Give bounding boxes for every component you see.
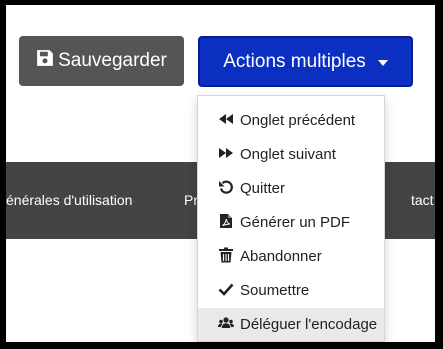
- menu-item-delegate-encoding[interactable]: Déléguer l'encodage: [198, 308, 384, 341]
- bulk-actions-label: Actions multiples: [223, 50, 366, 72]
- menu-item-previous-tab[interactable]: Onglet précédent: [198, 104, 384, 137]
- footer-link-contact[interactable]: tact: [411, 192, 434, 208]
- menu-item-label: Déléguer l'encodage: [240, 316, 378, 333]
- menu-item-next-tab[interactable]: Onglet suivant: [198, 138, 384, 171]
- menu-item-quit[interactable]: Quitter: [198, 172, 384, 205]
- menu-item-label: Onglet précédent: [240, 112, 356, 129]
- menu-item-label: Onglet suivant: [240, 146, 336, 163]
- menu-item-label: Générer un PDF: [240, 214, 351, 231]
- menu-item-generate-pdf[interactable]: Générer un PDF: [198, 206, 384, 239]
- check-icon: [218, 281, 234, 301]
- actions-dropdown-menu: Onglet précédent Onglet suivant Quitter: [197, 95, 385, 342]
- forward-icon: [218, 145, 234, 165]
- menu-item-label: Quitter: [240, 180, 286, 197]
- menu-item-submit[interactable]: Soumettre: [198, 274, 384, 307]
- menu-item-abandon[interactable]: Abandonner: [198, 240, 384, 273]
- footer-link-terms[interactable]: énérales d'utilisation: [6, 192, 132, 208]
- menu-item-label: Soumettre: [240, 282, 310, 299]
- backward-icon: [218, 111, 234, 131]
- caret-down-icon: [377, 60, 388, 66]
- users-icon: [218, 315, 234, 335]
- trash-icon: [218, 247, 234, 267]
- pdf-file-icon: [218, 213, 234, 233]
- footer-link-privacy[interactable]: Pr: [184, 192, 198, 208]
- bulk-actions-button[interactable]: Actions multiples: [198, 36, 413, 87]
- undo-icon: [218, 179, 234, 199]
- save-icon: [36, 49, 54, 73]
- menu-item-label: Abandonner: [240, 248, 322, 265]
- save-button[interactable]: Sauvegarder: [19, 36, 184, 86]
- save-button-label: Sauvegarder: [58, 50, 167, 71]
- app-frame: Sauvegarder Actions multiples énérales d…: [6, 5, 435, 342]
